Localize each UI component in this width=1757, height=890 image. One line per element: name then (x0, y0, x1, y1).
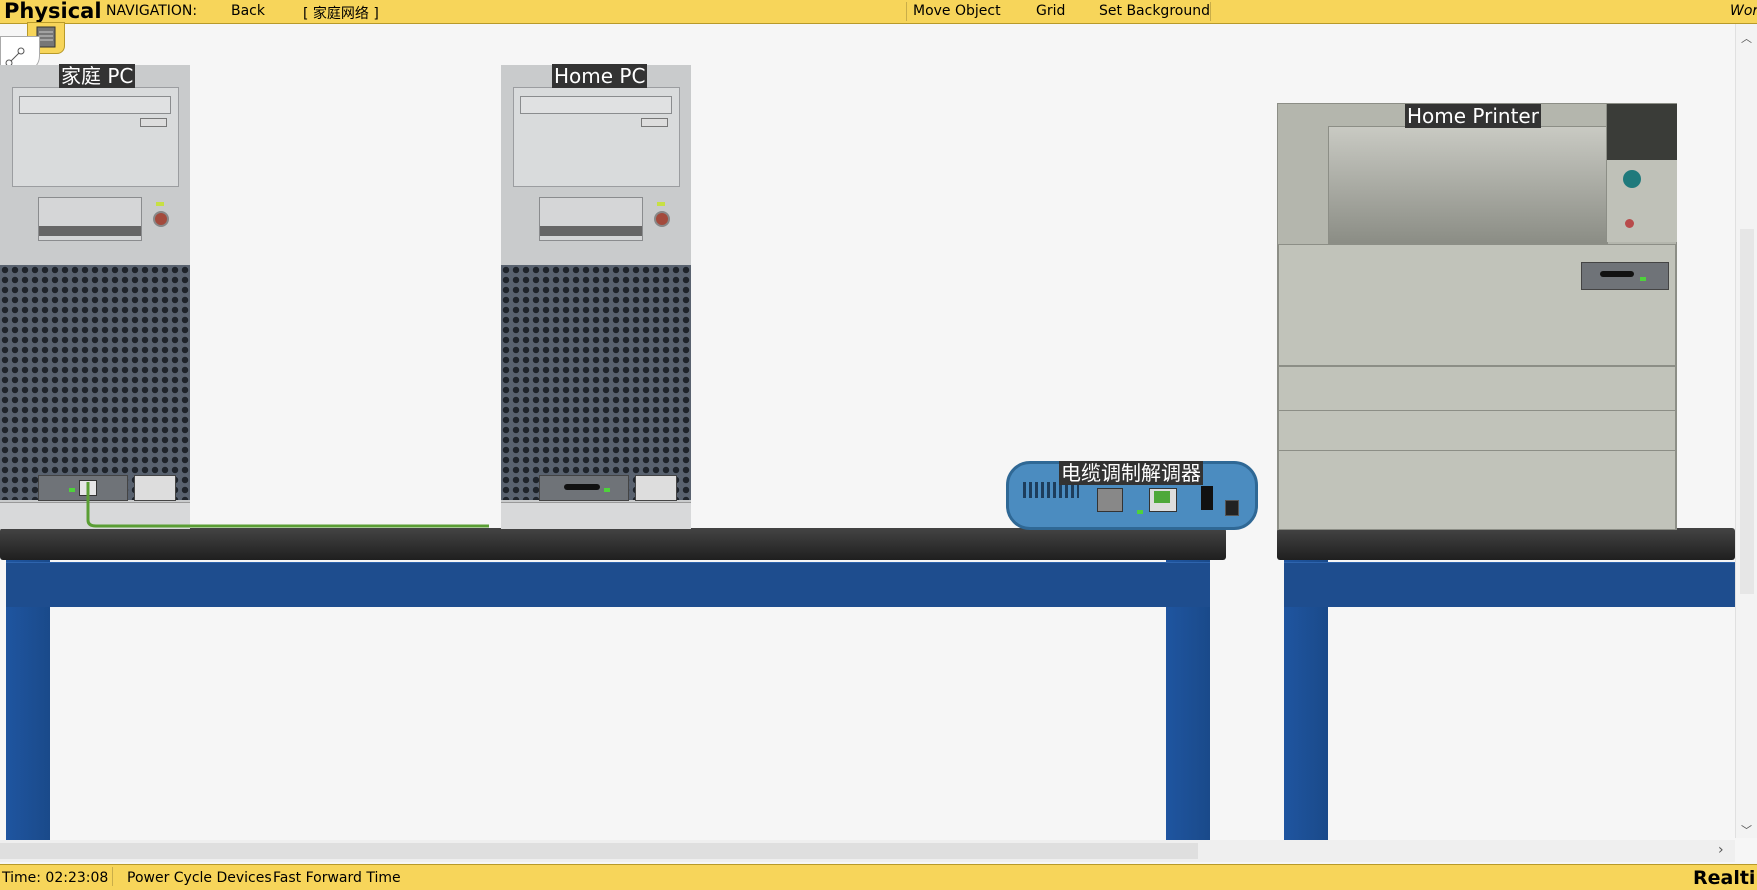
divider (112, 867, 113, 886)
cancel-button[interactable] (1625, 219, 1634, 228)
paper-tray-1 (1278, 366, 1676, 412)
time-display: Time: 02:23:08 (2, 870, 109, 886)
paper-tray-2 (1278, 410, 1676, 452)
output-tray (1328, 126, 1608, 244)
start-button[interactable] (1623, 170, 1641, 188)
horizontal-scroll-thumb[interactable] (0, 843, 1198, 859)
scroll-right-icon[interactable]: › (1718, 842, 1724, 858)
control-panel (1606, 104, 1677, 242)
coax-port-icon[interactable] (1097, 488, 1123, 512)
fast-forward-button[interactable]: Fast Forward Time (273, 870, 401, 886)
link-led (1137, 510, 1143, 514)
realtime-mode-button[interactable]: Realti (1693, 867, 1755, 889)
home-printer[interactable] (1277, 103, 1677, 530)
link-led (1640, 277, 1646, 281)
network-card-port[interactable] (1581, 262, 1669, 290)
ethernet-port-icon[interactable] (1149, 488, 1177, 512)
power-cycle-button[interactable]: Power Cycle Devices (127, 870, 272, 886)
display-screen (1607, 104, 1677, 160)
plug-icon (1600, 271, 1634, 277)
vertical-scroll-thumb[interactable] (1740, 229, 1754, 594)
power-port[interactable] (1225, 500, 1239, 516)
scroll-up-icon[interactable]: ︿ (1741, 30, 1752, 46)
bottom-toolbar: Time: 02:23:08 Power Cycle Devices Fast … (0, 864, 1757, 890)
power-switch[interactable] (1201, 486, 1213, 510)
horizontal-scrollbar[interactable]: › (0, 840, 1735, 862)
paper-tray-3 (1278, 450, 1676, 530)
vertical-scrollbar[interactable]: ︿ ﹀ (1735, 24, 1757, 838)
device-label-modem: 电缆调制解调器 (1059, 461, 1203, 485)
scroll-down-icon[interactable]: ﹀ (1741, 822, 1752, 838)
device-label-printer: Home Printer (1405, 104, 1541, 128)
